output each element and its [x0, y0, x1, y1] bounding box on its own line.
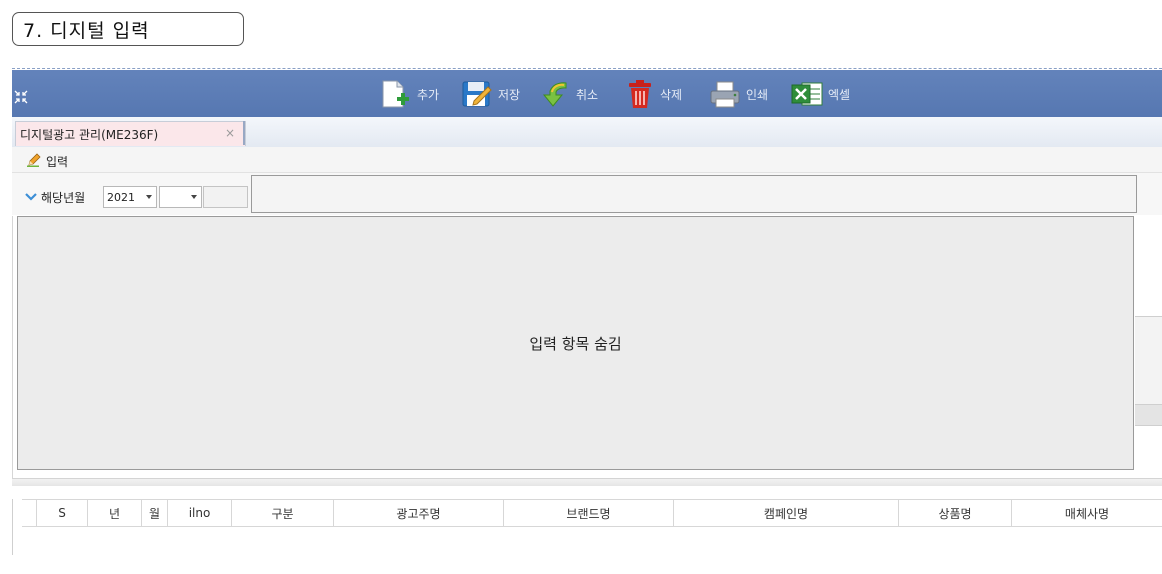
excel-button[interactable]: 엑셀 [790, 78, 850, 110]
hidden-panel-message: 입력 항목 숨김 [529, 334, 622, 353]
page-title: 7. 디지털 입력 [12, 12, 244, 46]
input-section-label: 입력 [46, 155, 69, 169]
year-select-value: 2021 [107, 190, 135, 204]
save-button-label: 저장 [498, 87, 521, 102]
trash-icon [624, 78, 656, 110]
pencil-icon [26, 152, 42, 171]
add-button-label: 추가 [417, 87, 440, 102]
filter-extra-field[interactable] [203, 186, 248, 208]
printer-icon [708, 79, 742, 109]
delete-button[interactable]: 삭제 [624, 78, 682, 110]
grid-header-product[interactable]: 상품명 [899, 500, 1012, 526]
cancel-button[interactable]: 취소 [540, 78, 598, 110]
grid-header-month[interactable]: 월 [142, 500, 168, 526]
hidden-input-panel: 입력 항목 숨김 [17, 216, 1134, 470]
grid-header-campaign[interactable]: 캠페인명 [674, 500, 899, 526]
data-grid: S 년 월 ilno 구분 광고주명 브랜드명 캠페인명 상품명 매체사명 [22, 499, 1162, 527]
grid-left-border [12, 499, 13, 555]
filter-toggle[interactable]: 해당년월 [24, 189, 85, 206]
grid-header-category[interactable]: 구분 [232, 500, 334, 526]
tab-close-icon[interactable]: × [225, 126, 235, 140]
right-edge-block [1135, 316, 1162, 404]
excel-button-label: 엑셀 [828, 87, 851, 102]
grid-header-media-company[interactable]: 매체사명 [1012, 500, 1162, 526]
excel-icon [790, 79, 824, 109]
undo-arrow-icon [540, 79, 572, 109]
year-select-arrow-icon [146, 195, 152, 199]
delete-button-label: 삭제 [660, 87, 683, 102]
chevron-down-icon [24, 191, 38, 205]
filter-label: 해당년월 [41, 191, 86, 205]
grid-row-indicator-header [22, 500, 37, 526]
grid-header-brand[interactable]: 브랜드명 [504, 500, 674, 526]
grid-header-advertiser[interactable]: 광고주명 [334, 500, 504, 526]
add-document-icon [379, 79, 413, 109]
print-button[interactable]: 인쇄 [708, 78, 768, 110]
right-edge-bar [1135, 404, 1162, 426]
input-section-toggle[interactable]: 입력 [26, 152, 68, 171]
grid-header-s[interactable]: S [37, 500, 88, 526]
collapse-icon[interactable] [14, 90, 28, 104]
input-section-bar [12, 147, 1162, 173]
toolbar-top-divider [12, 68, 1162, 69]
year-select[interactable]: 2021 [103, 186, 157, 208]
tab-divider [243, 121, 245, 145]
grid-header-ilno[interactable]: ilno [168, 500, 232, 526]
tab-label: 디지털광고 관리(ME236F) [20, 127, 159, 142]
page: 7. 디지털 입력 추가 저장 취소 삭제 인쇄 엑셀 디지털광고 관리(ME2… [0, 0, 1162, 574]
save-button[interactable]: 저장 [460, 78, 520, 110]
filter-long-field[interactable] [251, 175, 1137, 213]
add-button[interactable]: 추가 [379, 78, 439, 110]
splitter[interactable] [12, 478, 1162, 486]
grid-header-row: S 년 월 ilno 구분 광고주명 브랜드명 캠페인명 상품명 매체사명 [22, 499, 1162, 527]
grid-header-year[interactable]: 년 [88, 500, 142, 526]
tab-bar: 디지털광고 관리(ME236F) × [12, 117, 1162, 147]
month-select[interactable] [159, 186, 202, 208]
save-icon [460, 79, 494, 109]
month-select-arrow-icon [191, 195, 197, 199]
left-border [12, 216, 13, 478]
print-button-label: 인쇄 [746, 87, 769, 102]
tab-digital-ad-management[interactable]: 디지털광고 관리(ME236F) × [15, 121, 246, 146]
cancel-button-label: 취소 [576, 87, 599, 102]
toolbar: 추가 저장 취소 삭제 인쇄 엑셀 [12, 70, 1162, 117]
